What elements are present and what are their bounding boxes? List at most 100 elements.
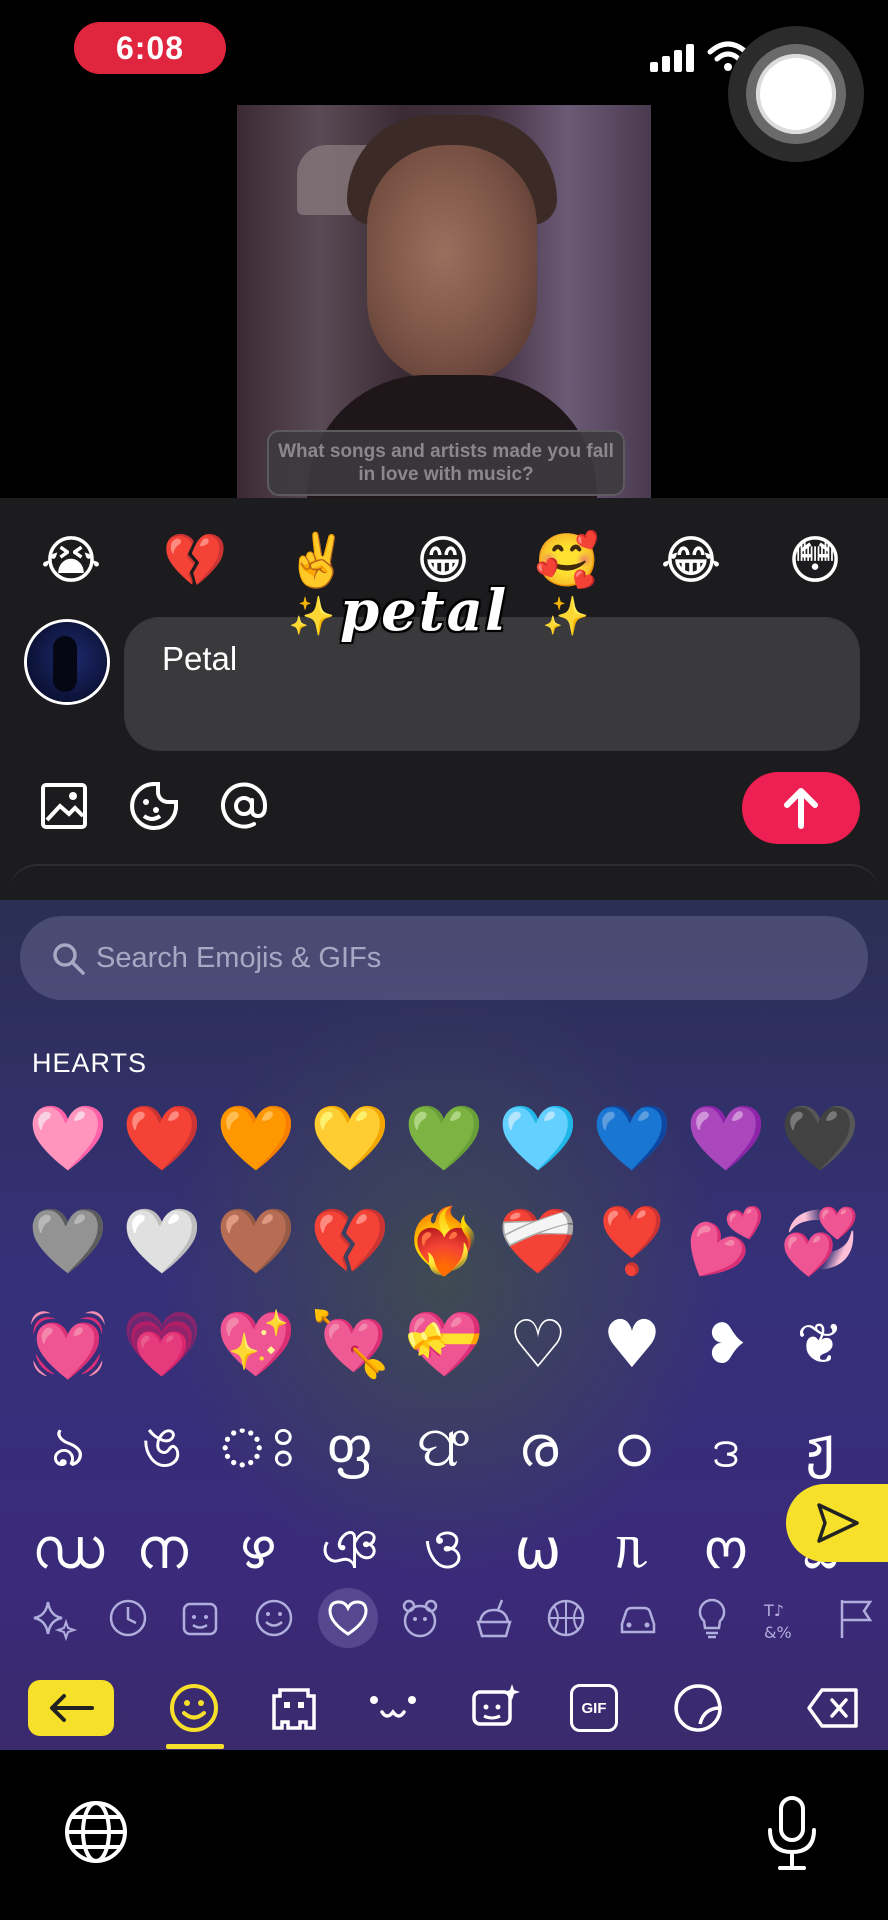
emoji-cell[interactable]: 💛 xyxy=(310,1099,390,1179)
glyph-cell[interactable]: ঞ xyxy=(310,1510,390,1590)
emoji-cell[interactable]: 💜 xyxy=(686,1099,766,1179)
emoji-cell[interactable]: ❤️‍🩹 xyxy=(498,1202,578,1282)
panel-divider xyxy=(8,864,880,896)
glyph-cell[interactable]: ဒ xyxy=(686,1408,766,1488)
emoji-cell[interactable]: 🤎 xyxy=(216,1202,296,1282)
glyph-cell[interactable]: ფ xyxy=(310,1408,390,1488)
send-button[interactable] xyxy=(742,772,860,844)
svg-text:T♪: T♪ xyxy=(763,1601,784,1620)
kaomoji-tab[interactable] xyxy=(366,1684,420,1732)
glyph-cell[interactable]: ഡ xyxy=(28,1510,108,1590)
svg-text:&%: &% xyxy=(764,1623,792,1642)
emoji-cell[interactable]: 🖤 xyxy=(780,1099,860,1179)
gif-tab[interactable]: GIF xyxy=(570,1684,618,1732)
glyph-cell[interactable]: ω xyxy=(498,1510,578,1590)
emoji-tab[interactable] xyxy=(166,1680,222,1736)
quick-emoji-5[interactable]: 🥰 xyxy=(532,526,602,596)
quick-emoji-2[interactable]: 💔 xyxy=(160,526,230,596)
glyph-cell[interactable]: ഠ xyxy=(592,1408,672,1488)
emoji-cell[interactable]: ❤️ xyxy=(122,1099,202,1179)
glyph-cell[interactable]: ও xyxy=(404,1510,484,1590)
emoji-cell[interactable]: 🧡 xyxy=(216,1099,296,1179)
emoji-cell[interactable]: 💚 xyxy=(404,1099,484,1179)
recent-category-icon[interactable] xyxy=(104,1594,152,1642)
emoji-cell[interactable]: ♡ xyxy=(498,1305,578,1385)
symbols-category-icon[interactable]: T♪ &% xyxy=(760,1594,808,1642)
glyph-cell[interactable]: ঙ xyxy=(122,1408,202,1488)
hearts-category-icon[interactable] xyxy=(324,1594,372,1642)
emoji-cell[interactable]: 🩶 xyxy=(28,1202,108,1282)
emoji-cell[interactable]: 💖 xyxy=(216,1305,296,1385)
sparkle-right: ✨ xyxy=(542,594,590,638)
glyph-cell[interactable]: ഴ xyxy=(216,1510,296,1590)
microphone-icon[interactable] xyxy=(764,1794,820,1872)
sports-category-icon[interactable] xyxy=(542,1594,590,1642)
glyph-cell[interactable]: ჟ xyxy=(780,1408,860,1488)
emoji-cell[interactable]: 💗 xyxy=(122,1305,202,1385)
emoji-cell[interactable]: 🩷 xyxy=(28,1099,108,1179)
mention-icon[interactable] xyxy=(218,780,270,832)
image-icon[interactable] xyxy=(38,780,90,832)
emoji-cell[interactable]: 💞 xyxy=(780,1202,860,1282)
text-sticker[interactable]: petal xyxy=(340,578,508,644)
keyboard-send-button[interactable] xyxy=(786,1484,888,1562)
record-dot xyxy=(756,54,836,134)
quick-emoji-1[interactable]: 😭 xyxy=(36,526,106,596)
food-category-icon[interactable] xyxy=(470,1594,518,1642)
emoji-cell[interactable]: 🩵 xyxy=(498,1099,578,1179)
active-tab-indicator xyxy=(166,1744,224,1749)
pixel-art-tab[interactable] xyxy=(268,1682,320,1734)
smiley-icon xyxy=(170,1684,218,1732)
pixel-face-icon xyxy=(272,1688,316,1730)
screen-record-button[interactable] xyxy=(728,26,864,162)
arrow-left-icon xyxy=(50,1694,94,1722)
glyph-cell[interactable]: ঌ xyxy=(28,1408,108,1488)
delete-button[interactable] xyxy=(806,1686,860,1730)
emoji-cell[interactable]: 💘 xyxy=(310,1305,390,1385)
emoji-cell[interactable]: 💓 xyxy=(28,1305,108,1385)
smileys-category-icon[interactable] xyxy=(250,1594,298,1642)
system-keyboard-bar xyxy=(0,1750,888,1920)
person-face xyxy=(367,145,537,385)
arrow-up-icon xyxy=(784,788,818,829)
emoji-cell[interactable]: ❥ xyxy=(686,1305,766,1385)
animals-category-icon[interactable] xyxy=(396,1594,444,1642)
sticker-peel-icon xyxy=(674,1684,722,1732)
backspace-icon xyxy=(807,1688,858,1728)
avatar[interactable] xyxy=(27,622,107,702)
search-input[interactable] xyxy=(94,940,798,976)
flags-category-icon[interactable] xyxy=(832,1594,880,1642)
emoji-cell[interactable]: 🤍 xyxy=(122,1202,202,1282)
search-bar[interactable] xyxy=(20,916,868,1000)
custom-category-icon[interactable] xyxy=(176,1594,224,1642)
sticker-tab[interactable] xyxy=(468,1680,524,1736)
emoji-cell[interactable]: 💙 xyxy=(592,1099,672,1179)
video-preview[interactable]: What songs and artists made you fall in … xyxy=(237,105,651,498)
emoji-cell[interactable]: ❤️‍🔥 xyxy=(404,1202,484,1282)
quick-emoji-7[interactable]: 😳 xyxy=(780,526,850,596)
emoji-cell[interactable]: 💝 xyxy=(404,1305,484,1385)
emoji-cell[interactable]: ❦ xyxy=(780,1305,860,1385)
emoji-cell[interactable]: ♥ xyxy=(592,1305,672,1385)
search-icon xyxy=(53,943,85,975)
emoji-cell[interactable]: ❣️ xyxy=(592,1202,672,1282)
glyph-cell[interactable]: ര xyxy=(498,1408,578,1488)
sticker-peel-tab[interactable] xyxy=(670,1680,726,1736)
globe-icon[interactable] xyxy=(62,1798,130,1866)
travel-category-icon[interactable] xyxy=(614,1594,662,1642)
back-button[interactable] xyxy=(28,1680,114,1736)
avatar-figure xyxy=(53,636,77,692)
objects-category-icon[interactable] xyxy=(688,1594,736,1642)
sticker-icon[interactable] xyxy=(128,780,180,832)
emoji-cell[interactable]: 💔 xyxy=(310,1202,390,1282)
emoji-cell[interactable]: 💕 xyxy=(686,1202,766,1282)
glyph-cell[interactable]: ო xyxy=(686,1510,766,1590)
sparkles-category-icon[interactable] xyxy=(30,1594,78,1642)
send-arrow-icon xyxy=(817,1503,859,1543)
message-text: Petal xyxy=(162,640,238,677)
glyph-cell[interactable]: ᥰ xyxy=(592,1510,672,1590)
quick-emoji-6[interactable]: 😂 xyxy=(656,526,726,596)
glyph-cell[interactable]: ന xyxy=(122,1510,202,1590)
glyph-cell[interactable]: ଫ xyxy=(404,1408,484,1488)
glyph-cell[interactable]: ঃ xyxy=(216,1408,298,1488)
